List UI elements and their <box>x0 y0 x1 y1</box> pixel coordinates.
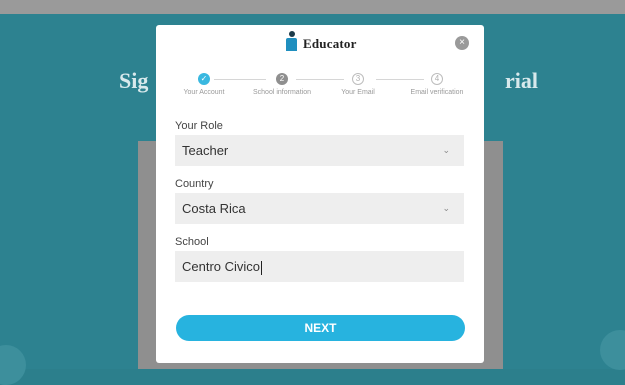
step-number: 3 <box>352 73 364 85</box>
text-cursor <box>261 260 263 275</box>
step-your-email: 3 Your Email <box>332 73 384 96</box>
country-value: Costa Rica <box>182 201 246 216</box>
school-label: School <box>175 236 209 248</box>
step-number: 2 <box>276 73 288 85</box>
signup-modal: Educator × ✓ Your Account 2 School infor… <box>156 25 484 363</box>
step-label: Your Email <box>341 89 375 96</box>
browser-top-bar <box>0 0 625 14</box>
school-input[interactable]: Centro Civico <box>175 251 464 282</box>
close-icon[interactable]: × <box>455 36 469 50</box>
chevron-down-icon: ⌄ <box>442 145 450 155</box>
step-your-account: ✓ Your Account <box>174 73 234 96</box>
role-value: Teacher <box>182 143 229 158</box>
step-label: Email verification <box>410 89 464 96</box>
educator-logo-icon <box>286 31 297 51</box>
step-label: Your Account <box>183 89 225 96</box>
country-label: Country <box>175 178 214 190</box>
brand-title: Educator <box>303 36 357 51</box>
step-label: School information <box>253 89 311 96</box>
school-value: Centro Civico <box>182 259 261 274</box>
chevron-down-icon: ⌄ <box>442 203 450 213</box>
check-icon: ✓ <box>198 73 210 85</box>
page-heading-left: Sig <box>119 68 149 93</box>
signup-stepper: ✓ Your Account 2 School information 3 Yo… <box>156 73 484 103</box>
country-select[interactable]: Costa Rica ⌄ <box>175 193 464 224</box>
step-email-verification: 4 Email verification <box>402 73 472 96</box>
page-heading-right: rial <box>505 68 538 93</box>
role-label: Your Role <box>175 120 223 132</box>
modal-header: Educator × <box>156 25 484 65</box>
next-button[interactable]: NEXT <box>176 315 465 341</box>
role-select[interactable]: Teacher ⌄ <box>175 135 464 166</box>
step-number: 4 <box>431 73 443 85</box>
step-school-information: 2 School information <box>244 73 320 96</box>
